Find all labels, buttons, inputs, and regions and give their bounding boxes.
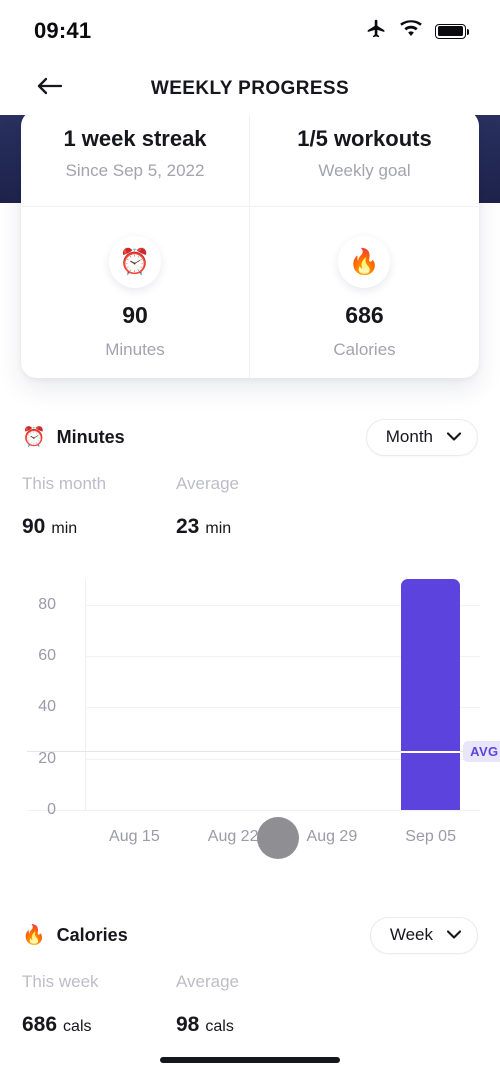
status-time: 09:41 xyxy=(34,18,92,43)
stat-number: 686 xyxy=(22,1013,58,1036)
minutes-section-title: ⏰ Minutes xyxy=(22,427,125,448)
chart-y-tick-label: 80 xyxy=(38,595,56,613)
chart-y-tick-label: 60 xyxy=(38,647,56,664)
chart-y-axis-line xyxy=(85,579,86,810)
chart-x-tick-label: Aug 29 xyxy=(306,828,358,845)
minutes-title-text: Minutes xyxy=(56,426,125,447)
home-indicator xyxy=(160,1057,340,1063)
calories-metric: 🔥 686 Calories xyxy=(333,206,396,360)
page-title: WEEKLY PROGRESS xyxy=(150,77,350,99)
chevron-down-icon xyxy=(446,926,462,944)
status-bar: 09:41 xyxy=(0,0,500,62)
goal-block: 1/5 workouts Weekly goal xyxy=(250,110,479,206)
minutes-range-label: Month xyxy=(385,427,433,446)
battery-icon xyxy=(435,23,470,39)
stat-head: Average xyxy=(176,474,240,493)
chart-average-badge: AVG xyxy=(463,740,500,762)
status-icons xyxy=(366,18,470,44)
minutes-value: 90 xyxy=(122,302,148,328)
chart-bar[interactable] xyxy=(401,579,461,810)
alarm-clock-emoji: ⏰ xyxy=(22,426,46,448)
minutes-label: Minutes xyxy=(105,340,165,359)
stat-number: 23 xyxy=(176,515,200,538)
app-header: WEEKLY PROGRESS xyxy=(0,62,500,115)
arrow-left-icon xyxy=(36,74,64,103)
calories-title-text: Calories xyxy=(56,924,128,945)
calories-section: 🔥 Calories Week This week 686 cals Avera… xyxy=(0,916,500,1037)
minutes-bar-chart[interactable]: 0 20 40 60 80 Aug 15 Aug 22 Aug 29 Sep 05 AVG xyxy=(0,565,500,885)
minutes-stat-average: Average 23 min xyxy=(176,474,330,539)
wifi-icon xyxy=(400,20,422,42)
back-button[interactable] xyxy=(28,67,72,111)
summary-cell-calories: 1/5 workouts Weekly goal 🔥 686 Calories xyxy=(250,110,479,378)
chart-x-axis-line xyxy=(27,810,480,811)
fire-calories-emoji: 🔥 xyxy=(338,236,391,288)
minutes-stat-this-month: This month 90 min xyxy=(22,474,176,539)
calories-stat-this-week: This week 686 cals xyxy=(22,972,176,1037)
summary-card: 1 week streak Since Sep 5, 2022 ⏰ 90 Min… xyxy=(21,110,479,378)
stat-head: Average xyxy=(176,972,240,991)
chevron-down-icon xyxy=(446,428,462,446)
airplane-mode-icon xyxy=(366,18,387,44)
cell-divider xyxy=(21,206,249,207)
minutes-range-dropdown[interactable]: Month xyxy=(365,418,478,456)
calories-range-label: Week xyxy=(389,925,433,944)
streak-subtitle: Since Sep 5, 2022 xyxy=(65,161,205,180)
stat-number: 90 xyxy=(22,515,46,538)
chart-average-line-overlay xyxy=(401,750,461,753)
chart-y-tick-label: 0 xyxy=(47,801,56,818)
fire-calories-emoji: 🔥 xyxy=(22,924,46,946)
calories-stat-average: Average 98 cals xyxy=(176,972,330,1037)
goal-value: 1/5 workouts xyxy=(297,126,432,151)
cell-divider xyxy=(250,206,479,207)
calories-value: 686 xyxy=(345,302,384,328)
stat-head: This week xyxy=(22,972,99,991)
alarm-clock-emoji: ⏰ xyxy=(109,236,161,288)
goal-subtitle: Weekly goal xyxy=(318,161,411,180)
stat-unit: cals xyxy=(205,1018,234,1035)
chart-x-tick-label: Aug 15 xyxy=(109,828,160,845)
chart-y-tick-label: 20 xyxy=(38,749,56,767)
streak-block: 1 week streak Since Sep 5, 2022 xyxy=(21,110,249,206)
chart-x-tick-label: Sep 05 xyxy=(405,828,456,845)
phone-screen: 09:41 WEEKLY PROGRESS 1 week streak Sinc… xyxy=(0,0,500,1080)
calories-section-title: 🔥 Calories xyxy=(22,925,128,946)
stat-number: 98 xyxy=(176,1013,200,1036)
pointer-dot xyxy=(257,817,299,859)
minutes-section: ⏰ Minutes Month This month 90 min Averag… xyxy=(0,418,500,539)
minutes-metric: ⏰ 90 Minutes xyxy=(105,206,165,360)
stat-unit: min xyxy=(51,520,78,537)
stat-head: This month xyxy=(22,474,107,493)
chart-x-tick-label: Aug 22 xyxy=(207,828,259,845)
chart-y-tick-label: 40 xyxy=(38,698,56,716)
calories-range-dropdown[interactable]: Week xyxy=(369,916,478,954)
summary-cell-minutes: 1 week streak Since Sep 5, 2022 ⏰ 90 Min… xyxy=(21,110,250,378)
streak-value: 1 week streak xyxy=(63,126,207,151)
stat-unit: cals xyxy=(63,1018,92,1035)
calories-label: Calories xyxy=(333,340,396,359)
stat-unit: min xyxy=(205,520,232,537)
